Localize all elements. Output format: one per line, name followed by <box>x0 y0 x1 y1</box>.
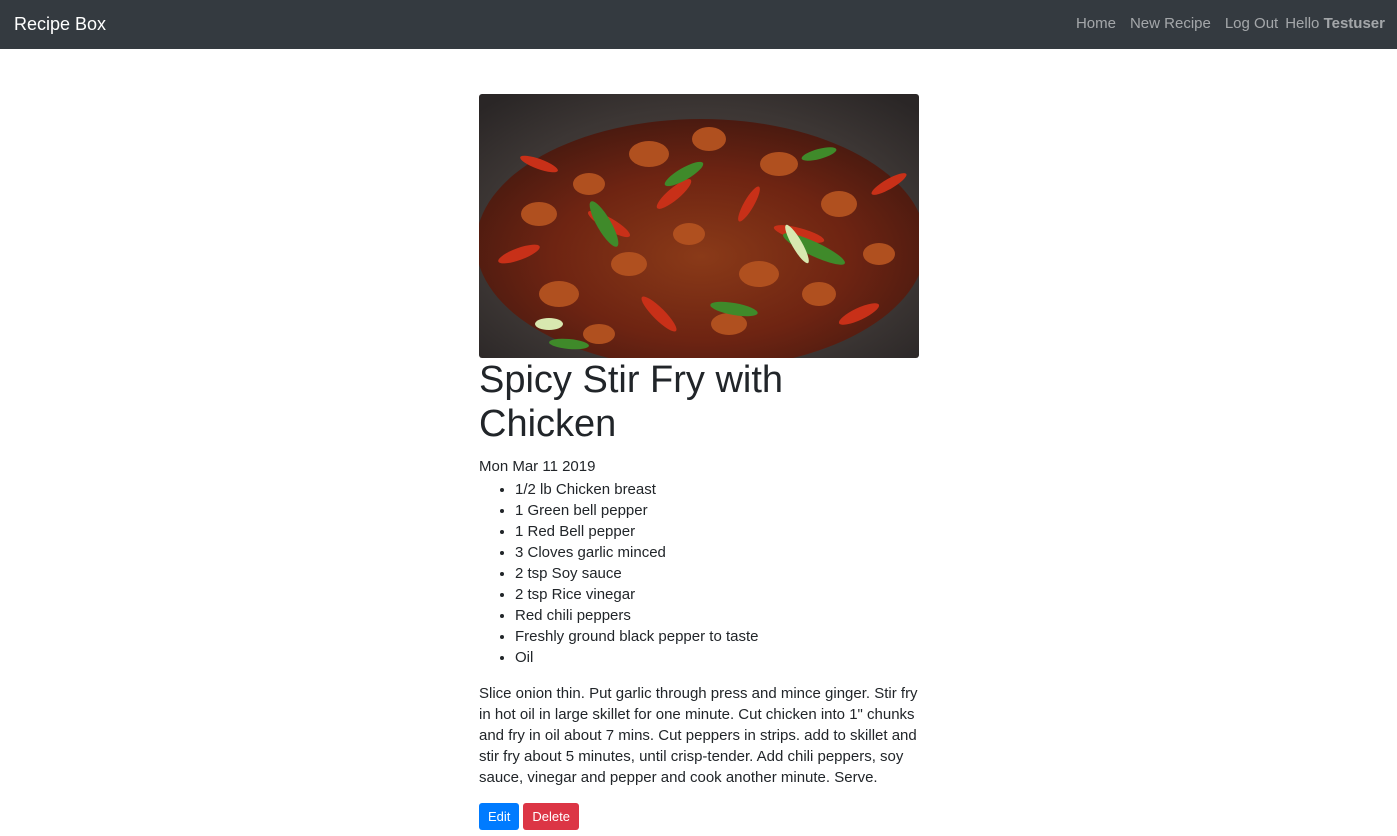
ingredient-item: 2 tsp Soy sauce <box>515 563 919 584</box>
edit-button[interactable]: Edit <box>479 803 520 830</box>
ingredient-item: 1 Green bell pepper <box>515 500 919 521</box>
brand-link[interactable]: Recipe Box <box>14 12 106 36</box>
recipe-photo <box>479 94 919 358</box>
nav-log-out-link[interactable]: Log Out <box>1225 15 1278 33</box>
ingredient-item: Red chili peppers <box>515 605 919 626</box>
recipe-directions: Slice onion thin. Put garlic through pre… <box>479 685 918 786</box>
ingredient-item: 1/2 lb Chicken breast <box>515 479 919 500</box>
nav-links: Home New Recipe Log Out Hello Testuser <box>1076 15 1385 33</box>
ingredient-item: 3 Cloves garlic minced <box>515 542 919 563</box>
nav-new-recipe-link[interactable]: New Recipe <box>1130 15 1211 33</box>
delete-button[interactable]: Delete <box>523 803 579 830</box>
ingredient-item: 2 tsp Rice vinegar <box>515 584 919 605</box>
ingredient-item: Oil <box>515 647 919 668</box>
recipe-title: Spicy Stir Fry with Chicken <box>479 359 784 445</box>
recipe-date: Mon Mar 11 2019 <box>479 458 596 475</box>
ingredient-item: Freshly ground black pepper to taste <box>515 626 919 647</box>
username: Testuser <box>1323 15 1385 32</box>
greeting-prefix: Hello <box>1285 15 1320 32</box>
user-greeting: Hello Testuser <box>1285 15 1385 33</box>
ingredient-item: 1 Red Bell pepper <box>515 521 919 542</box>
navbar: Recipe Box Home New Recipe Log Out Hello… <box>0 0 1397 49</box>
ingredient-list: 1/2 lb Chicken breast 1 Green bell peppe… <box>479 479 919 668</box>
nav-home-link[interactable]: Home <box>1076 15 1116 33</box>
recipe-actions: Edit Delete <box>479 803 919 830</box>
recipe-card: Spicy Stir Fry with Chicken Mon Mar 11 2… <box>479 94 919 830</box>
